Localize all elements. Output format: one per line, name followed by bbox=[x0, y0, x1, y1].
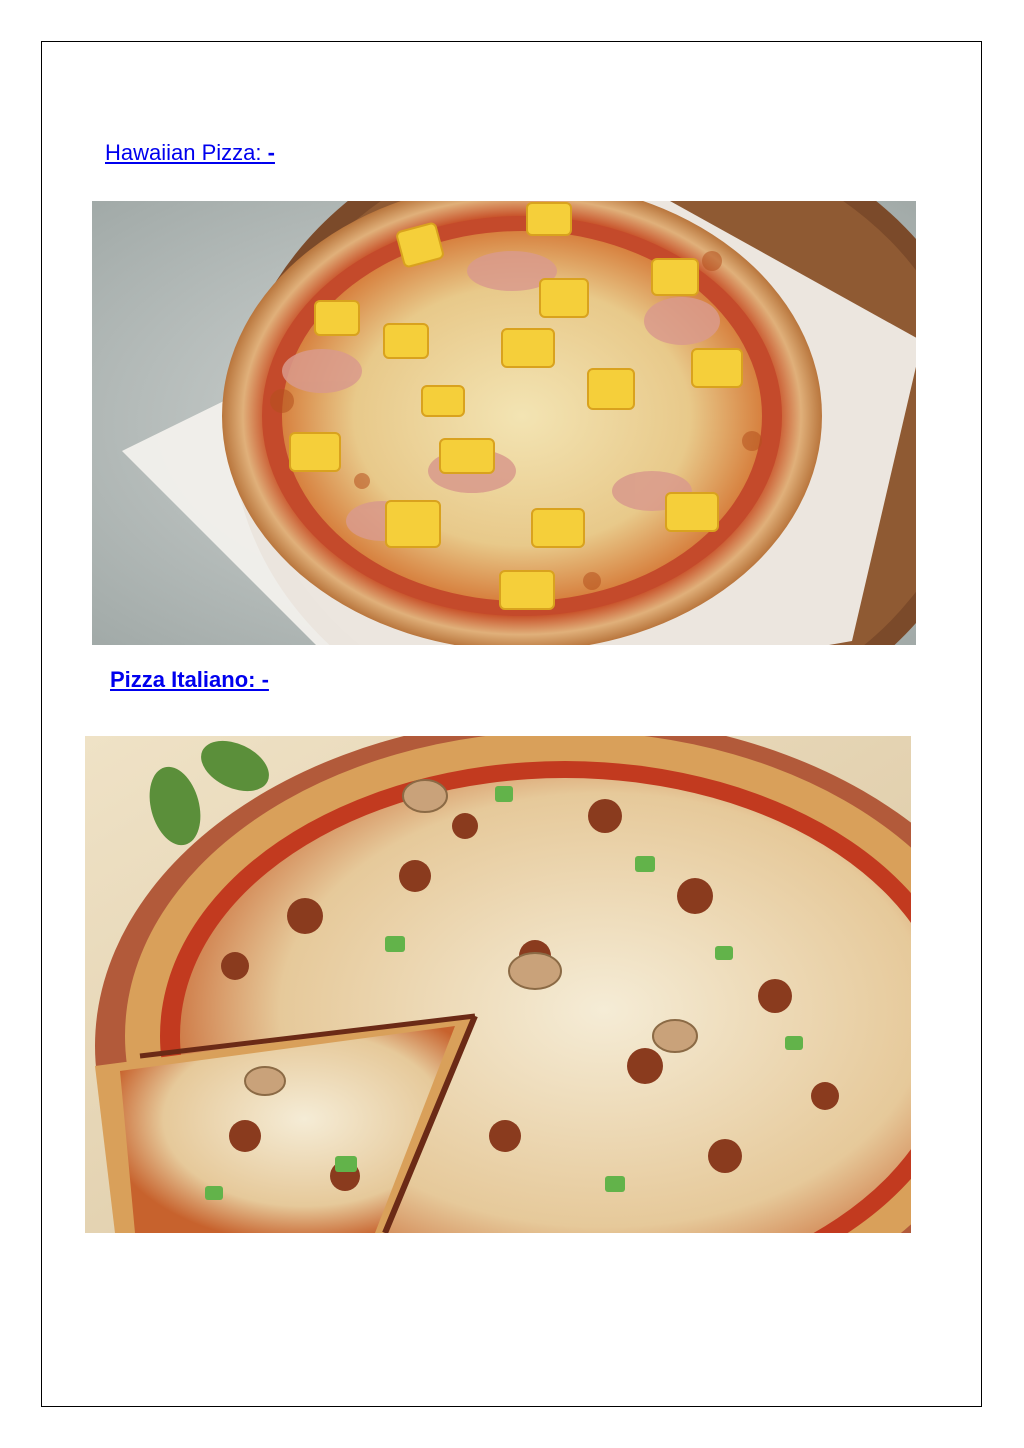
pizza-italiano-heading[interactable]: Pizza Italiano: - bbox=[110, 667, 269, 693]
hawaiian-pizza-heading-dash: - bbox=[261, 140, 275, 165]
hawaiian-pizza-image bbox=[92, 201, 916, 645]
hawaiian-pizza-illustration bbox=[92, 201, 916, 645]
pizza-italiano-image bbox=[85, 736, 911, 1233]
hawaiian-pizza-heading-text: Hawaiian Pizza: bbox=[105, 140, 262, 165]
pizza-italiano-illustration bbox=[85, 736, 911, 1233]
hawaiian-pizza-heading[interactable]: Hawaiian Pizza: - bbox=[105, 140, 275, 166]
